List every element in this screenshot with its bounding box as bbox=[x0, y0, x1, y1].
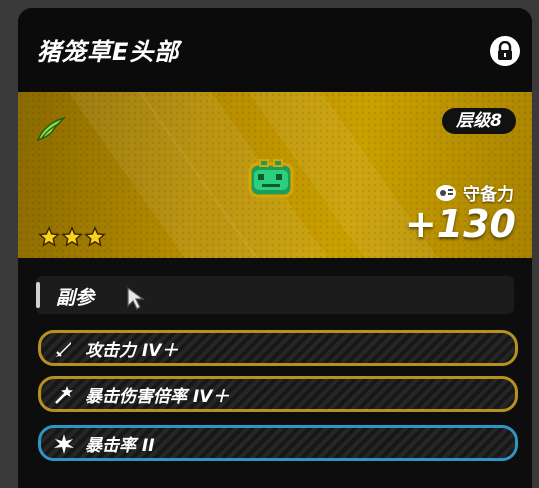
lock-icon bbox=[498, 41, 512, 60]
substat-row-crit-rate[interactable]: 暴击率 II bbox=[38, 425, 518, 461]
panel-header: 猪笼草E头部 bbox=[18, 8, 532, 92]
star-icon bbox=[61, 226, 83, 247]
star-icon bbox=[38, 226, 60, 247]
substat-label: 攻击力 IV＋ bbox=[85, 341, 179, 361]
substats-title: 副参 bbox=[56, 287, 95, 309]
crit-rate-icon bbox=[54, 434, 74, 454]
crit-damage-icon bbox=[55, 386, 73, 404]
substat-label: 暴击率 II bbox=[85, 436, 155, 456]
wing-icon bbox=[36, 116, 66, 142]
substat-label: 暴击伤害倍率 IV＋ bbox=[85, 387, 230, 407]
level-badge: 层级8 bbox=[442, 108, 516, 134]
main-stat-value: +130 bbox=[404, 202, 516, 246]
item-banner: 层级8 守备力 +130 bbox=[18, 92, 532, 258]
substats-header: 副参 bbox=[36, 276, 514, 314]
nepenthes-head-icon bbox=[248, 159, 294, 198]
sword-icon bbox=[56, 342, 71, 357]
rarity-stars bbox=[38, 226, 106, 248]
substat-row-crit-damage[interactable]: 暴击伤害倍率 IV＋ bbox=[38, 376, 518, 412]
star-icon bbox=[84, 226, 106, 247]
lock-button[interactable] bbox=[490, 36, 520, 66]
item-title: 猪笼草E头部 bbox=[37, 38, 180, 66]
equipment-panel: 猪笼草E头部 层级8 守备力 +130 副参 攻击力 IV＋ 暴击伤害倍率 IV… bbox=[18, 8, 532, 488]
substat-row-attack[interactable]: 攻击力 IV＋ bbox=[38, 330, 518, 366]
cursor-icon bbox=[127, 286, 145, 310]
defense-icon bbox=[436, 184, 456, 201]
